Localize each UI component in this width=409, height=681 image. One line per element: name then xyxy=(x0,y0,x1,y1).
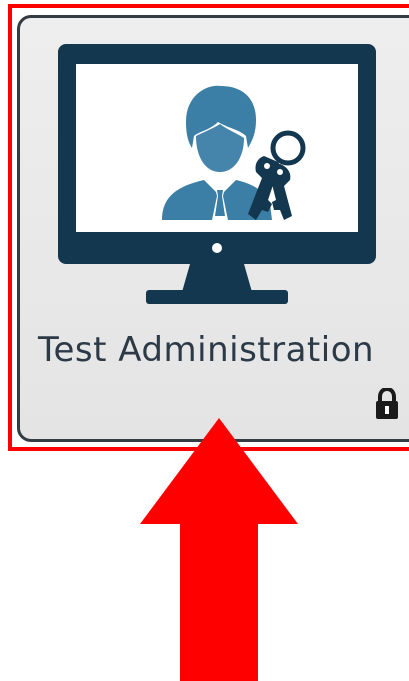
red-arrow-indicator xyxy=(140,418,298,681)
highlight-box xyxy=(8,4,409,451)
canvas: Test Administration xyxy=(0,0,409,681)
